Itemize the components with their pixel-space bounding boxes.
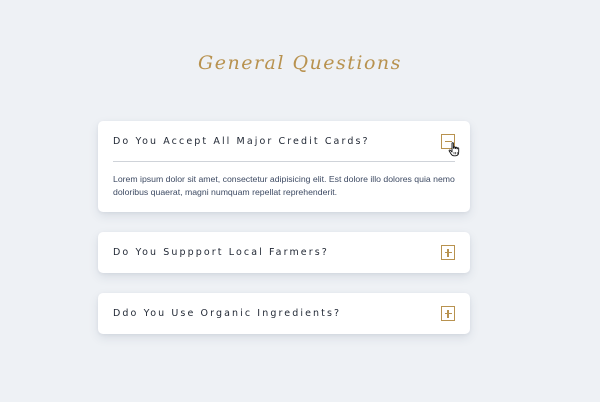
faq-item-local-farmers: Do You Suppport Local Farmers? [98, 232, 470, 273]
faq-item-credit-cards: Do You Accept All Major Credit Cards? Lo… [98, 121, 470, 212]
faq-item-organic-ingredients: Ddo You Use Organic Ingredients? [98, 293, 470, 334]
faq-item-header[interactable]: Do You Suppport Local Farmers? [98, 232, 470, 273]
hand-cursor-icon [448, 142, 460, 157]
faq-answer: Lorem ipsum dolor sit amet, consectetur … [113, 174, 455, 197]
plus-icon[interactable] [441, 306, 455, 321]
faq-question[interactable]: Ddo You Use Organic Ingredients? [113, 293, 341, 334]
faq-question[interactable]: Do You Suppport Local Farmers? [113, 232, 329, 273]
faq-item-header[interactable]: Ddo You Use Organic Ingredients? [98, 293, 470, 334]
faq-question[interactable]: Do You Accept All Major Credit Cards? [113, 121, 370, 162]
page-title: General Questions [198, 52, 402, 74]
faq-item-header[interactable]: Do You Accept All Major Credit Cards? [98, 121, 470, 162]
plus-icon[interactable] [441, 245, 455, 260]
divider [113, 161, 455, 162]
